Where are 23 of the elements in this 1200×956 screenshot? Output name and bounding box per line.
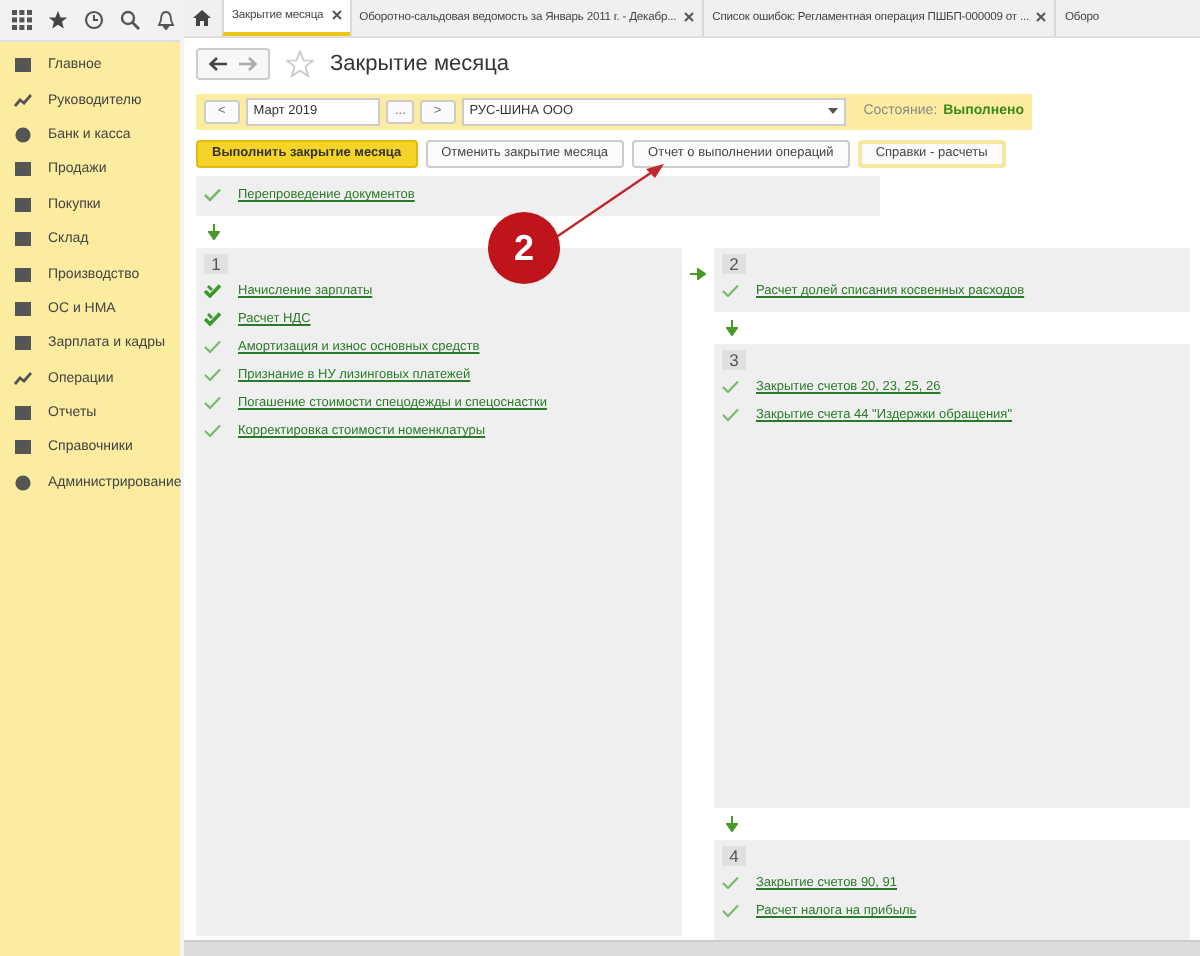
close-icon[interactable] [1036,12,1047,23]
star-icon[interactable] [48,10,68,30]
history-icon[interactable] [84,10,104,30]
stage-number: 4 [722,845,746,866]
apps-grid-icon[interactable] [12,10,32,30]
stage-number: 3 [722,349,746,370]
down-arrow-icon [726,319,738,336]
close-icon[interactable] [684,12,695,23]
back-arrow-icon[interactable] [208,55,228,72]
bell-icon[interactable] [156,10,176,30]
caret-icon[interactable] [827,108,838,115]
chart-icon [14,91,32,110]
home-icon[interactable] [192,7,212,28]
right-arrow-icon [690,267,706,280]
stage-number: 2 [722,253,746,274]
scrollbar[interactable] [184,939,1200,956]
close-icon[interactable] [331,10,342,21]
down-arrow-icon [208,223,220,240]
down-arrow-icon [726,815,738,832]
star-outline-icon[interactable] [286,49,314,78]
window-title: Закрытие месяца [330,51,510,76]
search-icon[interactable] [120,10,140,30]
stage-number: 1 [204,253,228,274]
